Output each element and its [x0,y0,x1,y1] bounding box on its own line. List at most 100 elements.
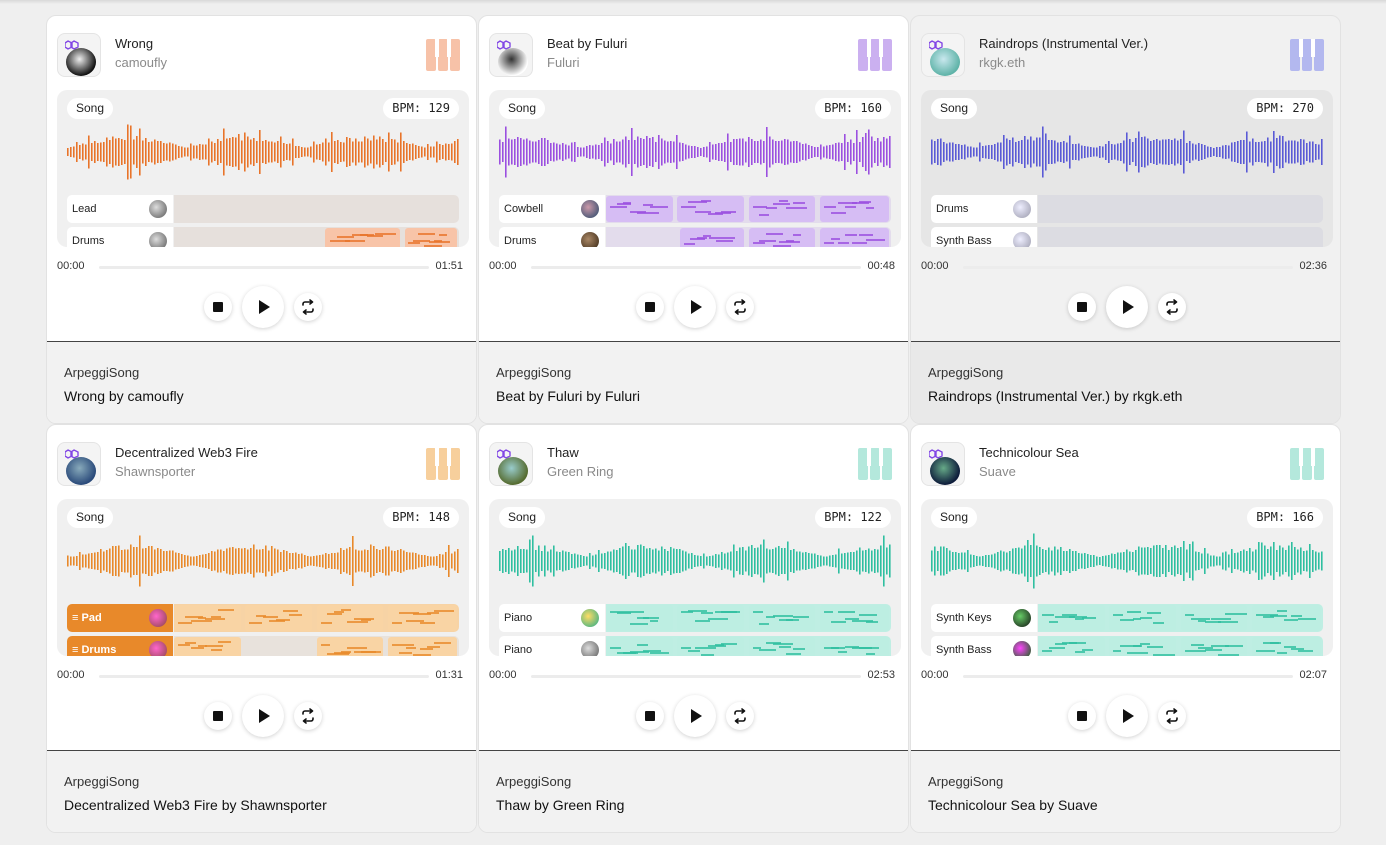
stop-button[interactable] [636,293,664,321]
song-cover-avatar[interactable] [921,442,965,486]
play-button[interactable] [242,695,284,737]
stop-button[interactable] [1068,702,1096,730]
loop-button[interactable] [1158,702,1186,730]
song-artist[interactable]: Shawnsporter [115,464,195,479]
play-button[interactable] [1106,286,1148,328]
stop-button[interactable] [204,293,232,321]
stop-button[interactable] [636,702,664,730]
song-title[interactable]: Raindrops (Instrumental Ver.) [979,36,1148,51]
song-card[interactable]: Wrong camoufly Song BPM: 129 Lead Drums 00:00 0… [46,15,477,424]
track-clip[interactable] [1251,637,1322,656]
track-row[interactable]: Lead [67,195,459,223]
track-name-cell[interactable]: Drums [931,195,1037,223]
song-card[interactable]: Raindrops (Instrumental Ver.) rkgk.eth Son… [910,15,1341,424]
song-title[interactable]: Thaw [547,445,579,460]
track-row[interactable]: Piano [499,636,891,656]
track-clip[interactable] [316,605,384,631]
song-artist[interactable]: rkgk.eth [979,55,1025,70]
track-lane[interactable] [1038,604,1323,632]
track-name-cell[interactable]: Piano [499,604,605,632]
seek-bar[interactable] [531,266,861,269]
track-row[interactable]: Cowbell [499,195,891,223]
track-clip[interactable] [1180,637,1248,656]
track-name-cell[interactable]: Synth Bass [931,227,1037,247]
track-row[interactable]: Drums [931,195,1323,223]
song-artist[interactable]: Green Ring [547,464,613,479]
loop-button[interactable] [726,702,754,730]
track-lane[interactable] [606,636,891,656]
track-clip[interactable] [1109,605,1176,631]
song-artist[interactable]: Fuluri [547,55,580,70]
play-button[interactable] [674,695,716,737]
loop-button[interactable] [726,293,754,321]
song-cover-avatar[interactable] [57,33,101,77]
track-lane[interactable] [606,604,891,632]
track-name-cell[interactable]: Piano [499,636,605,656]
track-row[interactable]: ≡ Pad [67,604,459,632]
track-clip[interactable] [1251,605,1322,631]
track-name-cell[interactable]: Lead [67,195,173,223]
track-row[interactable]: Synth Bass [931,636,1323,656]
song-footer[interactable]: ArpeggiSong Decentralized Web3 Fire by Sh… [47,750,476,832]
track-clip[interactable] [387,637,458,656]
song-card[interactable]: Technicolour Sea Suave Song BPM: 166 Synth K… [910,424,1341,833]
track-lane[interactable] [174,636,459,656]
track-name-cell[interactable]: Synth Bass [931,636,1037,656]
track-row[interactable]: Drums [499,227,891,247]
song-footer[interactable]: ArpeggiSong Wrong by camoufly [47,341,476,423]
track-clip[interactable] [404,228,458,247]
track-lane[interactable] [1038,636,1323,656]
track-clip[interactable] [1038,637,1105,656]
track-row[interactable]: Piano [499,604,891,632]
track-row[interactable]: ≡ Drums [67,636,459,656]
play-button[interactable] [674,286,716,328]
track-row[interactable]: Synth Bass [931,227,1323,247]
track-name-cell[interactable]: ≡ Drums [67,636,173,656]
track-clip[interactable] [174,605,241,631]
track-name-cell[interactable]: Drums [499,227,605,247]
track-clip[interactable] [677,196,744,222]
track-lane[interactable] [1038,195,1323,223]
song-card[interactable]: Beat by Fuluri Fuluri Song BPM: 160 Cowbell D… [478,15,909,424]
song-title[interactable]: Technicolour Sea [979,445,1079,460]
track-clip[interactable] [387,605,458,631]
track-clip[interactable] [606,637,673,656]
track-clip[interactable] [819,637,890,656]
song-cover-avatar[interactable] [489,33,533,77]
track-clip[interactable] [1180,605,1248,631]
song-card[interactable]: Thaw Green Ring Song BPM: 122 Piano Piano 00:0… [478,424,909,833]
track-name-cell[interactable]: ≡ Pad [67,604,173,632]
track-name-cell[interactable]: Synth Keys [931,604,1037,632]
seek-bar[interactable] [531,675,861,678]
track-lane[interactable] [1038,227,1323,247]
track-clip[interactable] [819,605,890,631]
play-button[interactable] [242,286,284,328]
track-clip[interactable] [748,228,816,247]
track-clip[interactable] [1038,605,1105,631]
track-name-cell[interactable]: Drums [67,227,173,247]
track-clip[interactable] [174,637,241,656]
song-cover-avatar[interactable] [489,442,533,486]
track-clip[interactable] [819,196,890,222]
song-title[interactable]: Wrong [115,36,153,51]
track-lane[interactable] [174,227,459,247]
stop-button[interactable] [204,702,232,730]
track-row[interactable]: Synth Keys [931,604,1323,632]
seek-bar[interactable] [99,675,429,678]
loop-button[interactable] [294,702,322,730]
play-button[interactable] [1106,695,1148,737]
track-clip[interactable] [748,637,816,656]
track-clip[interactable] [819,228,890,247]
stop-button[interactable] [1068,293,1096,321]
track-clip[interactable] [748,196,816,222]
song-footer[interactable]: ArpeggiSong Technicolour Sea by Suave [911,750,1340,832]
song-cover-avatar[interactable] [57,442,101,486]
track-lane[interactable] [606,227,891,247]
song-footer[interactable]: ArpeggiSong Raindrops (Instrumental Ver.)… [911,341,1340,423]
loop-button[interactable] [1158,293,1186,321]
track-clip[interactable] [748,605,816,631]
track-lane[interactable] [606,195,891,223]
song-artist[interactable]: camoufly [115,55,167,70]
track-clip[interactable] [316,637,384,656]
track-clip[interactable] [677,637,744,656]
